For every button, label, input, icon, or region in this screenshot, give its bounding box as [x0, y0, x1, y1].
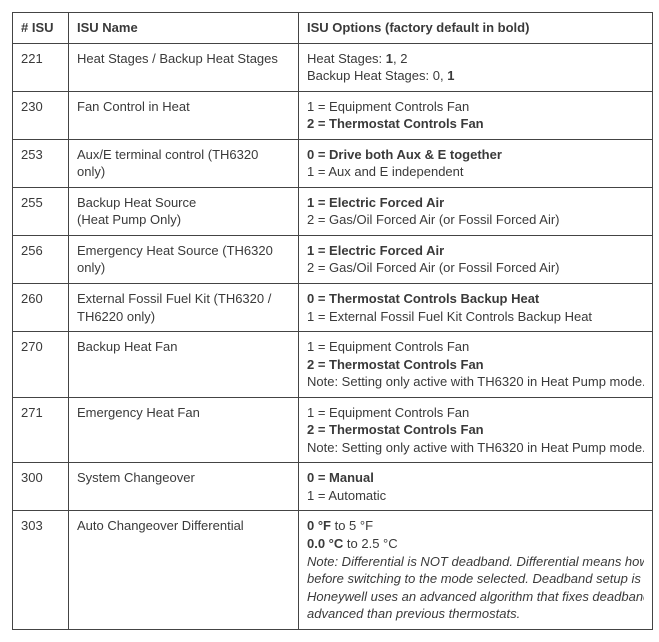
table-row: 271Emergency Heat Fan1 = Equipment Contr… — [13, 397, 653, 463]
header-name: ISU Name — [69, 13, 299, 44]
table-row: 221Heat Stages / Backup Heat StagesHeat … — [13, 43, 653, 91]
isu-options: 1 = Electric Forced Air2 = Gas/Oil Force… — [299, 235, 653, 283]
isu-options: 1 = Equipment Controls Fan2 = Thermostat… — [299, 397, 653, 463]
isu-options: 1 = Equipment Controls Fan2 = Thermostat… — [299, 332, 653, 398]
isu-options: 0 °F to 5 °F0.0 °C to 2.5 °CNote: Differ… — [299, 511, 653, 629]
isu-name: Emergency Heat Source (TH6320 only) — [69, 235, 299, 283]
isu-number: 221 — [13, 43, 69, 91]
isu-options: 0 = Manual1 = Automatic — [299, 463, 653, 511]
table-row: 270Backup Heat Fan1 = Equipment Controls… — [13, 332, 653, 398]
table-row: 255Backup Heat Source(Heat Pump Only)1 =… — [13, 187, 653, 235]
table-row: 230Fan Control in Heat1 = Equipment Cont… — [13, 91, 653, 139]
isu-number: 270 — [13, 332, 69, 398]
isu-name: Backup Heat Source(Heat Pump Only) — [69, 187, 299, 235]
table-header-row: # ISU ISU Name ISU Options (factory defa… — [13, 13, 653, 44]
isu-name: System Changeover — [69, 463, 299, 511]
isu-number: 255 — [13, 187, 69, 235]
isu-number: 260 — [13, 284, 69, 332]
table-row: 303Auto Changeover Differential0 °F to 5… — [13, 511, 653, 629]
table-row: 253Aux/E terminal control (TH6320 only)0… — [13, 139, 653, 187]
isu-options: 1 = Electric Forced Air2 = Gas/Oil Force… — [299, 187, 653, 235]
isu-options: 0 = Drive both Aux & E together1 = Aux a… — [299, 139, 653, 187]
table-row: 300System Changeover0 = Manual1 = Automa… — [13, 463, 653, 511]
table-row: 256Emergency Heat Source (TH6320 only)1 … — [13, 235, 653, 283]
isu-options: Heat Stages: 1, 2Backup Heat Stages: 0, … — [299, 43, 653, 91]
isu-name: External Fossil Fuel Kit (TH6320 / TH622… — [69, 284, 299, 332]
isu-number: 271 — [13, 397, 69, 463]
isu-name: Fan Control in Heat — [69, 91, 299, 139]
isu-options: 1 = Equipment Controls Fan2 = Thermostat… — [299, 91, 653, 139]
isu-number: 300 — [13, 463, 69, 511]
header-isu: # ISU — [13, 13, 69, 44]
isu-name: Auto Changeover Differential — [69, 511, 299, 629]
isu-number: 256 — [13, 235, 69, 283]
isu-number: 303 — [13, 511, 69, 629]
isu-table: # ISU ISU Name ISU Options (factory defa… — [12, 12, 653, 630]
isu-name: Aux/E terminal control (TH6320 only) — [69, 139, 299, 187]
table-row: 260External Fossil Fuel Kit (TH6320 / TH… — [13, 284, 653, 332]
isu-options: 0 = Thermostat Controls Backup Heat1 = E… — [299, 284, 653, 332]
isu-name: Emergency Heat Fan — [69, 397, 299, 463]
isu-name: Backup Heat Fan — [69, 332, 299, 398]
isu-name: Heat Stages / Backup Heat Stages — [69, 43, 299, 91]
isu-number: 253 — [13, 139, 69, 187]
header-options: ISU Options (factory default in bold) — [299, 13, 653, 44]
isu-number: 230 — [13, 91, 69, 139]
